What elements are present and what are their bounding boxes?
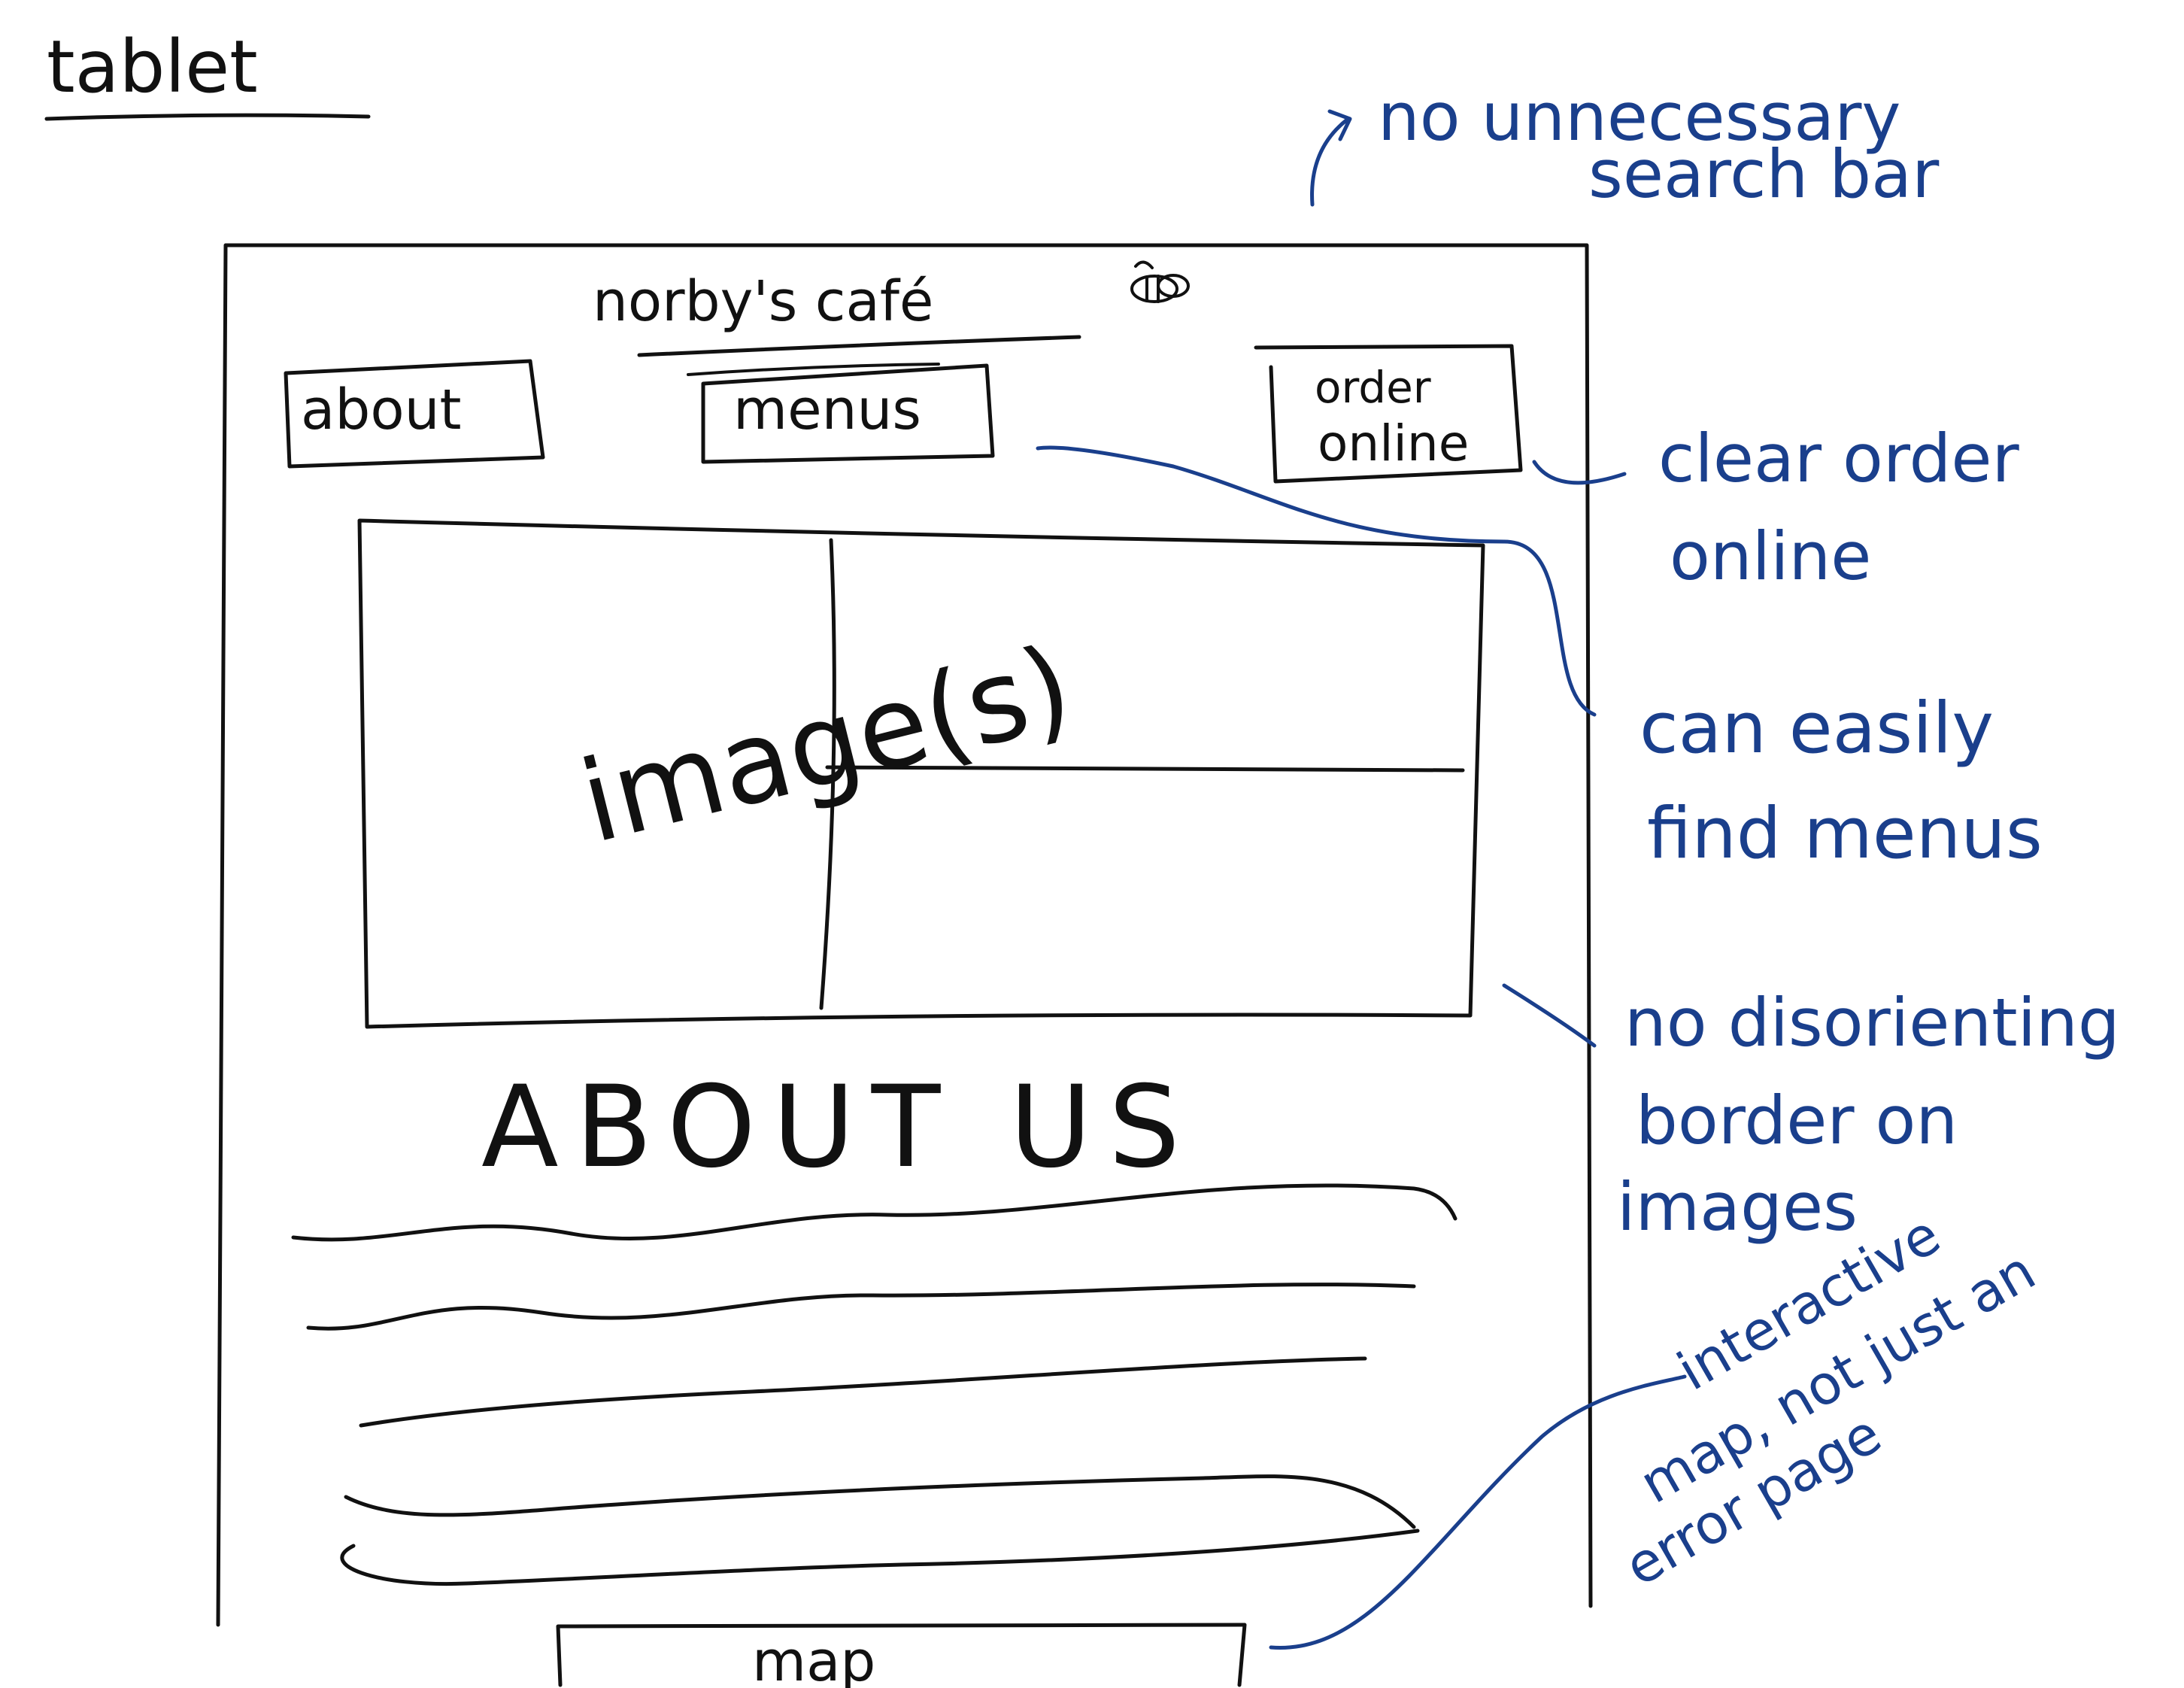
site-name: norby's café <box>593 269 933 334</box>
bee-icon <box>1130 260 1190 303</box>
menus-note-connector <box>1036 445 1597 717</box>
border-note-line1: no disorienting <box>1624 984 2120 1061</box>
menus-nav-label: menus <box>733 378 921 442</box>
site-name-underline <box>637 335 1081 357</box>
order-nav-label-line1: order <box>1315 362 1431 413</box>
map-box[interactable]: map <box>556 1623 1247 1688</box>
about-text-placeholder <box>291 1183 1458 1586</box>
order-nav-label-line2: online <box>1318 414 1469 472</box>
about-us-heading: ABOUT US <box>481 1062 1197 1193</box>
order-online-nav-button[interactable]: order online <box>1254 344 1523 484</box>
about-nav-label: about <box>301 378 462 442</box>
map-note-connector <box>1269 1374 1687 1650</box>
sketch-title: tablet <box>47 25 258 109</box>
title-underline <box>44 113 371 121</box>
border-note-connector <box>1502 983 1597 1048</box>
menus-note-line2: find menus <box>1647 793 2043 875</box>
image-grid: image(s) <box>357 518 1485 1029</box>
about-nav-button[interactable]: about <box>284 359 545 469</box>
menus-note-line1: can easily <box>1640 688 1994 770</box>
search-note-line2: search bar <box>1588 135 1940 213</box>
menus-nav-button[interactable]: menus <box>687 363 995 464</box>
map-label: map <box>752 1629 875 1688</box>
wireframe-sketch: tablet norby's café about menus order on… <box>44 25 2120 1688</box>
order-note-connector <box>1532 460 1627 485</box>
border-note-line2: border on <box>1636 1082 1958 1159</box>
search-note-arrow <box>1310 109 1352 207</box>
order-note-line1: clear order <box>1658 420 2020 497</box>
order-note-line2: online <box>1670 518 1871 595</box>
border-note-line3: images <box>1617 1168 1858 1246</box>
images-label: image(s) <box>569 621 1084 869</box>
